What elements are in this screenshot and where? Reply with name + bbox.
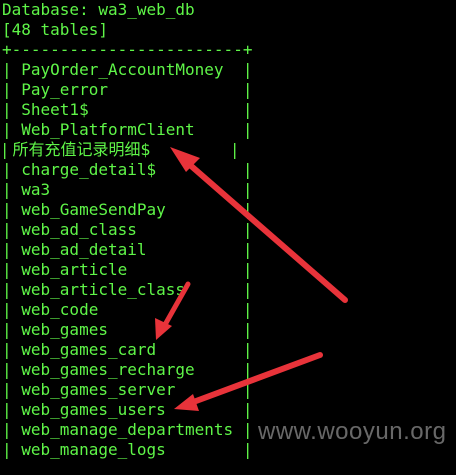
terminal-output: Database: wa3_web_db [48 tables] +------… xyxy=(0,0,456,460)
table-row: | web_games_server | xyxy=(2,380,253,399)
watermark: www.wooyun.org xyxy=(258,418,447,445)
table-row: | charge_detail$ | xyxy=(2,160,253,179)
table-row: | web_code | xyxy=(2,300,253,319)
table-row: | web_manage_departments | xyxy=(2,420,253,439)
table-row: | Sheet1$ | xyxy=(2,100,253,119)
table-row: | web_games | xyxy=(2,320,253,339)
table-row: | web_manage_logs | xyxy=(2,440,253,459)
database-header: Database: wa3_web_db xyxy=(2,0,195,19)
table-border-top: +------------------------+ xyxy=(2,40,253,59)
table-row: | web_article | xyxy=(2,260,253,279)
table-row: | web_article_class | xyxy=(2,280,253,299)
table-count: [48 tables] xyxy=(2,20,108,39)
table-row: | Pay_error | xyxy=(2,80,253,99)
table-row: | web_games_recharge | xyxy=(2,360,253,379)
table-row: | web_games_card | xyxy=(2,340,253,359)
table-row: | 所有充值记录明细$ | xyxy=(2,140,238,159)
table-row: | wa3 | xyxy=(2,180,253,199)
table-row: | Web_PlatformClient | xyxy=(2,120,253,139)
table-row: | web_games_users | xyxy=(2,400,253,419)
table-row: | web_ad_class | xyxy=(2,220,253,239)
table-row: | PayOrder_AccountMoney | xyxy=(2,60,253,79)
table-row: | web_GameSendPay | xyxy=(2,200,253,219)
table-row: | web_ad_detail | xyxy=(2,240,253,259)
